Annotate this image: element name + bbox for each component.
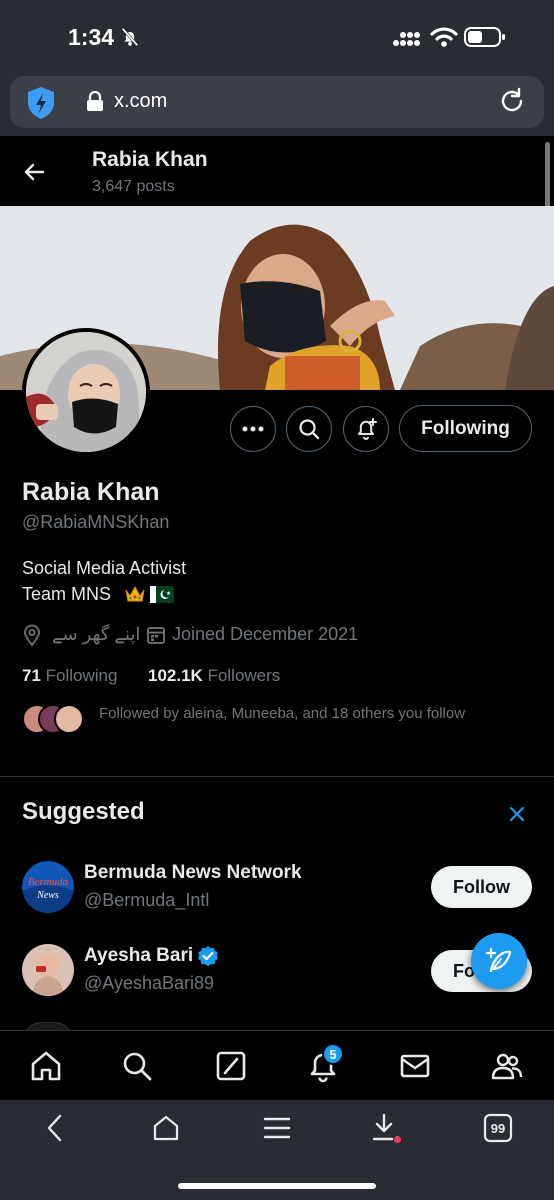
profile-name: Rabia Khan	[22, 478, 160, 506]
profile-avatar[interactable]	[22, 328, 150, 456]
menu-icon[interactable]	[261, 1112, 293, 1144]
lock-icon	[87, 91, 103, 111]
following-button[interactable]: Following	[399, 405, 532, 452]
close-icon[interactable]	[507, 804, 527, 824]
pakistan-flag-icon	[150, 586, 174, 603]
search-icon[interactable]	[120, 1049, 154, 1083]
verified-badge-icon	[198, 946, 218, 966]
home-icon[interactable]	[150, 1112, 182, 1144]
following-count-link[interactable]: 71 Following	[22, 666, 117, 686]
bermuda-logo: Bermuda News	[22, 861, 74, 913]
grok-icon[interactable]	[214, 1049, 248, 1083]
suggested-name[interactable]: Ayesha Bari	[84, 945, 193, 967]
crown-emoji-icon	[125, 585, 145, 602]
profile-location: اپنے گھر سے	[52, 624, 141, 644]
browser-address-bar: x.com	[0, 70, 554, 136]
header-posts-count: 3,647 posts	[92, 178, 175, 195]
wifi-icon	[430, 27, 458, 47]
followed-by-avatars[interactable]	[22, 704, 86, 736]
status-bar: 1:34	[0, 0, 554, 70]
reload-icon[interactable]	[498, 87, 526, 115]
follow-button[interactable]: Follow	[431, 866, 532, 908]
shield-icon[interactable]	[26, 86, 56, 120]
header-profile-name: Rabia Khan	[92, 148, 208, 171]
following-count: 71	[22, 666, 41, 685]
bell-off-icon	[121, 27, 139, 47]
bio-line-2: Team MNS	[22, 584, 112, 604]
bottom-navigation	[0, 1030, 554, 1100]
download-icon[interactable]	[370, 1112, 402, 1144]
url-field[interactable]: x.com	[10, 76, 544, 128]
avatar	[54, 704, 84, 734]
suggested-avatar-bermuda[interactable]: Bermuda News	[22, 861, 74, 913]
section-divider	[0, 776, 554, 777]
profile-handle: @RabiaMNSKhan	[22, 512, 170, 532]
bell-plus-icon	[358, 418, 377, 440]
url-text[interactable]: x.com	[114, 90, 167, 113]
following-label: Following	[45, 666, 118, 685]
suggested-handle: @Bermuda_Intl	[84, 890, 210, 910]
signal-icon	[393, 32, 420, 46]
followers-label: Followers	[207, 666, 281, 685]
notification-badge: 5	[322, 1043, 344, 1065]
bio-line-1: Social Media Activist	[22, 558, 187, 578]
compose-post-button[interactable]	[471, 933, 527, 989]
avatar-photo	[22, 944, 74, 996]
search-profile-button[interactable]	[286, 406, 332, 452]
followed-by-text[interactable]: Followed by aleina, Muneeba, and 18 othe…	[99, 705, 465, 722]
profile-header-bar: Rabia Khan 3,647 posts	[0, 136, 554, 206]
battery-icon	[464, 27, 505, 47]
home-icon[interactable]	[29, 1049, 63, 1083]
search-icon	[299, 419, 320, 440]
followers-count: 102.1K	[148, 666, 203, 685]
suggested-avatar-ayesha[interactable]	[22, 944, 74, 996]
home-indicator[interactable]	[178, 1183, 376, 1189]
suggested-name[interactable]: Bermuda News Network	[84, 862, 302, 884]
suggested-handle: @AyeshaBari89	[84, 973, 215, 993]
communities-icon[interactable]	[490, 1049, 524, 1083]
more-options-button[interactable]	[230, 406, 276, 452]
calendar-icon	[147, 627, 165, 644]
notifications-toggle-button[interactable]	[343, 406, 389, 452]
tabs-count: 99	[491, 1121, 505, 1136]
svg-text:Bermuda: Bermuda	[28, 876, 69, 888]
status-time: 1:34	[68, 24, 115, 50]
followers-count-link[interactable]: 102.1K Followers	[148, 666, 280, 686]
suggested-title: Suggested	[22, 798, 145, 825]
compose-icon	[485, 947, 512, 973]
location-icon	[24, 624, 40, 646]
back-icon[interactable]	[40, 1112, 72, 1144]
avatar-photo	[26, 332, 146, 452]
svg-text:News: News	[36, 890, 59, 901]
tabs-icon[interactable]: 99	[482, 1112, 514, 1144]
more-icon	[242, 426, 264, 432]
messages-icon[interactable]	[398, 1049, 432, 1083]
joined-date: Joined December 2021	[172, 624, 359, 644]
back-arrow-icon[interactable]	[22, 160, 46, 184]
